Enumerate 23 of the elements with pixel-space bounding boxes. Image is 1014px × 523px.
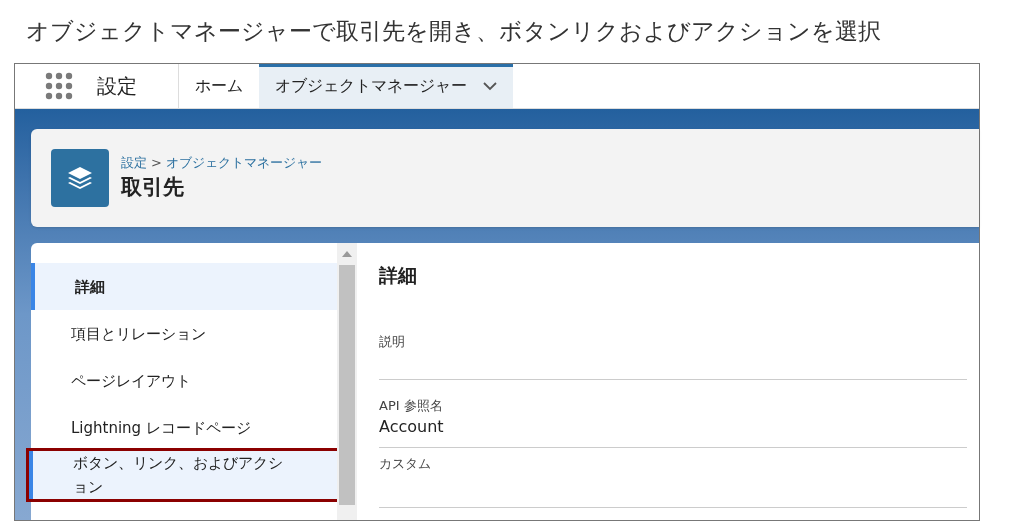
breadcrumb-separator: > bbox=[151, 153, 162, 172]
layers-icon bbox=[67, 166, 93, 190]
field-label: カスタム bbox=[379, 454, 432, 473]
chevron-down-icon[interactable] bbox=[483, 81, 497, 91]
scrollbar[interactable] bbox=[337, 243, 357, 520]
field-label: API 参照名 bbox=[379, 396, 444, 415]
breadcrumb-link[interactable]: 設定 bbox=[121, 152, 147, 172]
sidebar-item[interactable]: 詳細 bbox=[31, 263, 337, 310]
sidebar-item[interactable]: Lightning レコードページ bbox=[31, 404, 337, 451]
app-launcher-icon[interactable] bbox=[45, 72, 73, 100]
app-name: 設定 bbox=[97, 73, 137, 100]
sidebar-item[interactable]: ボタン、リンク、およびアクション bbox=[29, 451, 337, 499]
sidebar-item[interactable]: 項目とリレーション bbox=[31, 310, 337, 357]
scrollbar-thumb[interactable] bbox=[339, 265, 355, 505]
sidebar-item[interactable]: ページレイアウト bbox=[31, 357, 337, 404]
field-value: Account bbox=[379, 416, 445, 438]
scroll-up-icon[interactable] bbox=[342, 251, 352, 257]
caption: オブジェクトマネージャーで取引先を開き、ボタンリクおよびアクションを選択 bbox=[26, 17, 881, 47]
field-label: 説明 bbox=[379, 332, 406, 351]
page-title: 取引先 bbox=[121, 174, 185, 201]
nav-tab[interactable]: オブジェクトマネージャー bbox=[259, 64, 513, 108]
breadcrumb-link[interactable]: オブジェクトマネージャー bbox=[165, 152, 322, 172]
section-title: 詳細 bbox=[379, 263, 418, 288]
